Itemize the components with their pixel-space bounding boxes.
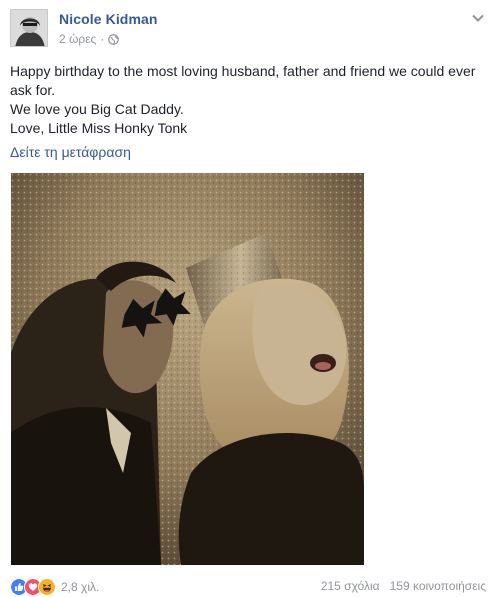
engagement-stats: 215 σχόλια 159 κοινοποιήσεις — [321, 579, 486, 593]
post-photo[interactable] — [11, 173, 364, 565]
shares-count[interactable]: 159 κοινοποιήσεις — [390, 579, 486, 593]
post-timestamp[interactable]: 2 ώρες — [59, 32, 96, 46]
meta-separator: · — [100, 32, 105, 46]
post-text: Happy birthday to the most loving husban… — [10, 62, 490, 138]
chevron-down-icon[interactable] — [472, 14, 484, 22]
avatar-image — [11, 10, 47, 46]
post-footer: 2,8 χιλ. 215 σχόλια 159 κοινοποιήσεις — [10, 578, 488, 596]
photo-image — [11, 173, 364, 565]
post-text-line: We love you Big Cat Daddy. — [10, 101, 184, 117]
post-meta: 2 ώρες · — [59, 32, 120, 46]
avatar[interactable] — [10, 9, 48, 47]
reactions-count: 2,8 χιλ. — [61, 580, 100, 594]
haha-icon — [38, 578, 56, 596]
comments-count[interactable]: 215 σχόλια — [321, 579, 380, 593]
post-text-line: Happy birthday to the most loving husban… — [10, 63, 476, 98]
reactions-summary[interactable]: 2,8 χιλ. — [10, 578, 99, 596]
post-text-line: Love, Little Miss Honky Tonk — [10, 120, 188, 136]
facebook-post: Nicole Kidman 2 ώρες · Happy birthday to… — [0, 0, 498, 597]
globe-icon[interactable] — [108, 33, 120, 45]
see-translation-link[interactable]: Δείτε τη μετάφραση — [10, 144, 131, 160]
author-name[interactable]: Nicole Kidman — [59, 11, 158, 27]
